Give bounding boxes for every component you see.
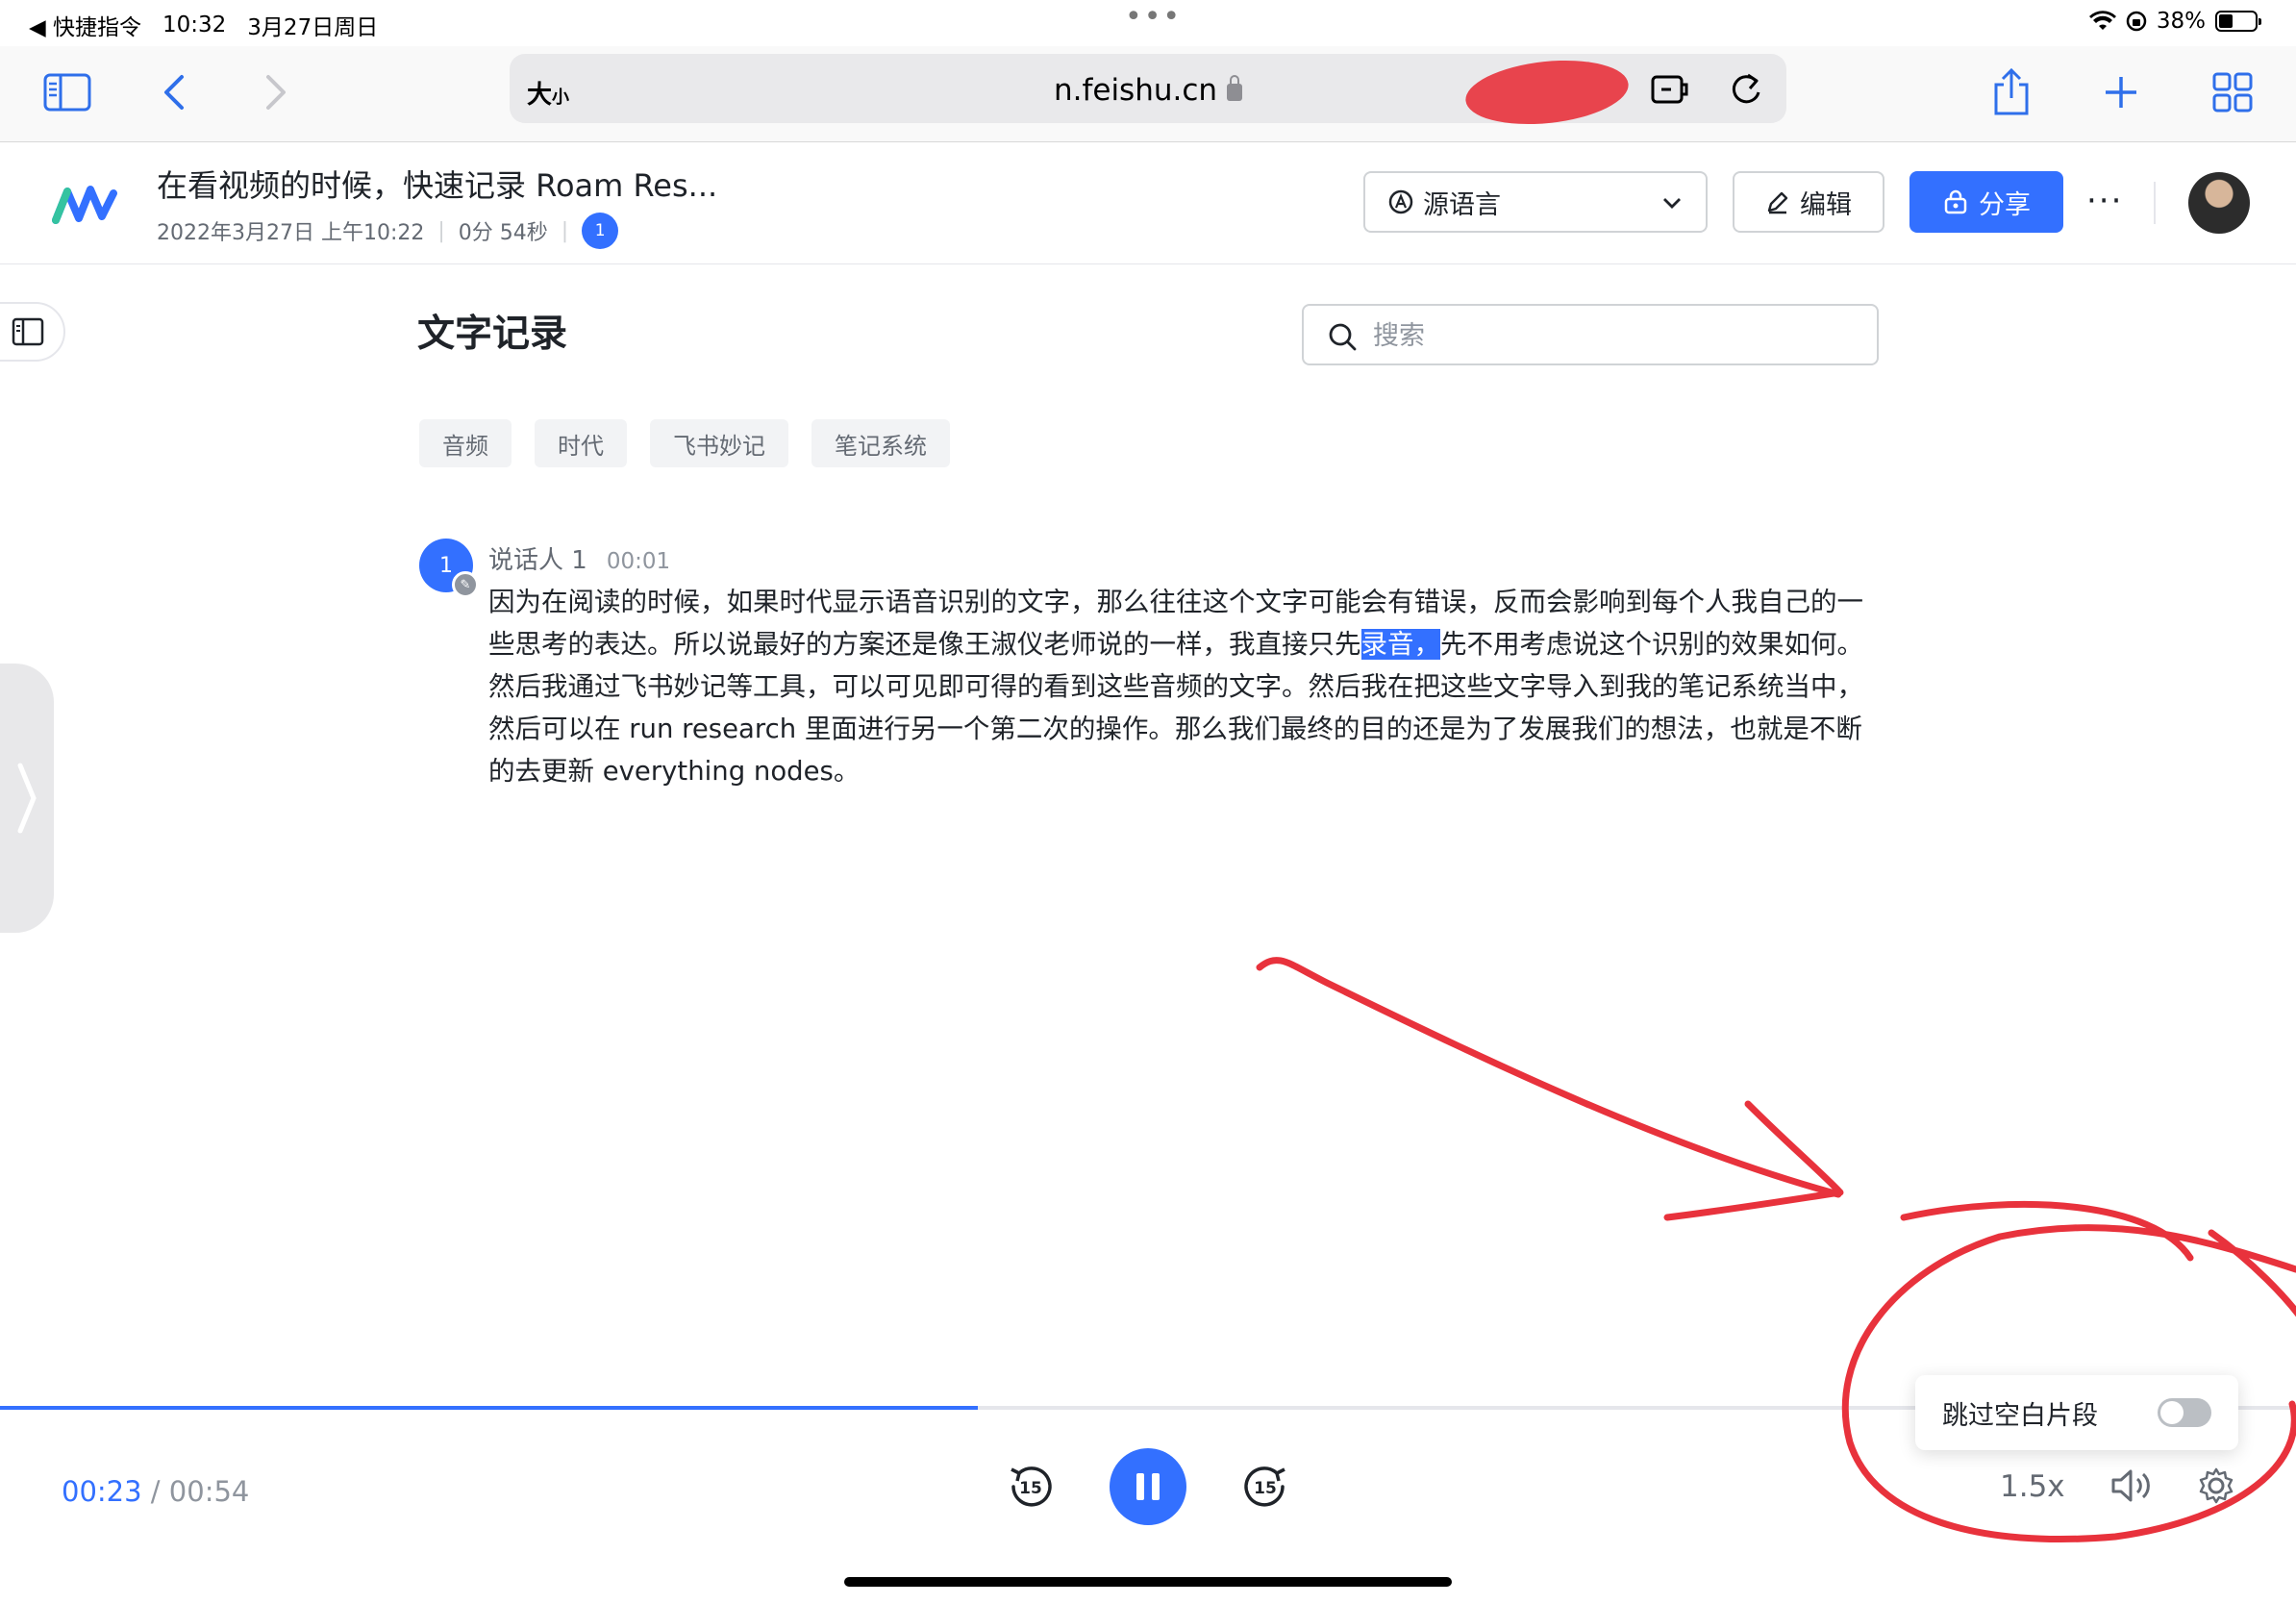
section-title: 文字记录	[417, 313, 568, 356]
new-tab-icon[interactable]	[2092, 63, 2150, 121]
recording-datetime: 2022年3月27日 上午10:22	[157, 221, 425, 245]
speaker-header: 说话人 1 00:01	[488, 540, 670, 576]
page-title: 在看视频的时候，快速记录 Roam Res...	[157, 167, 718, 204]
battery-icon	[2215, 11, 2261, 32]
forward-15-icon: 15	[1244, 1466, 1285, 1507]
battery-percent: 38%	[2156, 9, 2206, 34]
keyword-tag[interactable]: 笔记系统	[811, 419, 950, 467]
sidebar-toggle-icon[interactable]	[38, 63, 96, 121]
lock-share-icon	[1944, 189, 1967, 214]
volume-button[interactable]	[2108, 1462, 2156, 1510]
speaker-timestamp[interactable]: 00:01	[607, 549, 670, 574]
chevron-right-icon	[17, 763, 37, 834]
status-time: 10:32	[162, 13, 227, 38]
translate-icon	[1388, 189, 1413, 214]
back-to-app-link[interactable]: ◀ 快捷指令	[29, 9, 141, 41]
header-divider	[2154, 182, 2156, 224]
rewind-15-button[interactable]: 15	[1004, 1460, 1058, 1514]
gear-icon	[2199, 1467, 2234, 1504]
current-word-highlight[interactable]: 录音，	[1360, 629, 1440, 660]
outline-panel-toggle[interactable]	[0, 302, 65, 362]
svg-text:15: 15	[1254, 1479, 1277, 1498]
pause-icon-bar	[1152, 1473, 1160, 1500]
transcript-search[interactable]	[1302, 304, 1879, 365]
keyword-tag[interactable]: 时代	[535, 419, 627, 467]
transcript-paragraph[interactable]: 因为在阅读的时候，如果时代显示语音识别的文字，那么往往这个文字可能会有错误，反而…	[488, 581, 1881, 792]
share-sheet-icon[interactable]	[1983, 63, 2040, 121]
speaker-avatar[interactable]: 1 ✎	[419, 539, 479, 598]
speaker-name[interactable]: 说话人 1	[488, 540, 587, 576]
language-select-value: 源语言	[1423, 189, 1501, 220]
edit-button[interactable]: 编辑	[1733, 171, 1884, 233]
outline-panel-icon	[12, 317, 44, 346]
ios-status-bar: ◀ 快捷指令 10:32 3月27日周日 ••• 38%	[0, 0, 2296, 46]
edit-button-label: 编辑	[1800, 189, 1852, 220]
keyword-tag[interactable]: 飞书妙记	[650, 419, 788, 467]
svg-text:15: 15	[1019, 1479, 1042, 1498]
pause-icon-bar	[1136, 1473, 1144, 1500]
redaction-scribble	[1462, 53, 1632, 132]
edit-speaker-icon[interactable]: ✎	[452, 571, 479, 598]
browser-toolbar: 大小 n.feishu.cn	[0, 46, 2296, 142]
lock-icon	[1227, 75, 1243, 101]
skip-silence-popover: 跳过空白片段	[1915, 1375, 2238, 1450]
status-date: 3月27日周日	[247, 15, 379, 40]
skip-silence-toggle[interactable]	[2158, 1398, 2211, 1427]
address-bar[interactable]: 大小 n.feishu.cn	[510, 53, 1786, 132]
rewind-15-icon: 15	[1011, 1466, 1052, 1507]
search-input[interactable]	[1373, 317, 1854, 354]
user-avatar[interactable]	[2188, 172, 2250, 234]
pause-button[interactable]	[1110, 1448, 1186, 1525]
keyword-tag[interactable]: 音频	[419, 419, 512, 467]
keyword-tags: 音频 时代 飞书妙记 笔记系统	[419, 419, 950, 467]
extension-icon[interactable]	[1650, 69, 1690, 108]
participant-badge[interactable]: 1	[582, 213, 619, 249]
share-button[interactable]: 分享	[1909, 171, 2063, 233]
chevron-down-icon	[1663, 198, 1681, 209]
skip-silence-label: 跳过空白片段	[1942, 1400, 2098, 1431]
reload-icon[interactable]	[1729, 69, 1763, 108]
volume-icon	[2111, 1469, 2150, 1502]
total-time: 00:54	[168, 1475, 250, 1508]
share-button-label: 分享	[1979, 189, 2031, 220]
playback-speed-button[interactable]: 1.5x	[2000, 1469, 2065, 1504]
playback-time: 00:23 / 00:54	[62, 1475, 250, 1508]
playback-progress-fill	[0, 1406, 979, 1410]
forward-icon[interactable]	[246, 63, 304, 121]
multitasking-dots-icon[interactable]: •••	[1125, 3, 1182, 32]
home-indicator[interactable]	[844, 1577, 1452, 1587]
back-icon[interactable]	[146, 63, 204, 121]
search-icon	[1329, 323, 1357, 351]
app-header: 在看视频的时候，快速记录 Roam Res... 2022年3月27日 上午10…	[0, 143, 2296, 264]
settings-button[interactable]	[2194, 1464, 2238, 1508]
wifi-icon	[2088, 11, 2116, 31]
tab-overview-icon[interactable]	[2204, 63, 2261, 121]
pencil-icon	[1767, 191, 1788, 214]
slide-over-handle[interactable]	[0, 664, 54, 933]
recording-duration: 0分 54秒	[458, 221, 548, 245]
recording-meta: 2022年3月27日 上午10:22 | 0分 54秒 | 1	[157, 213, 619, 249]
forward-15-button[interactable]: 15	[1238, 1460, 1292, 1514]
more-options-icon[interactable]: ···	[2086, 182, 2123, 220]
orientation-lock-icon	[2126, 11, 2147, 32]
current-time: 00:23	[62, 1475, 142, 1508]
language-select[interactable]: 源语言	[1363, 171, 1708, 233]
feishu-minutes-logo[interactable]	[52, 180, 119, 228]
